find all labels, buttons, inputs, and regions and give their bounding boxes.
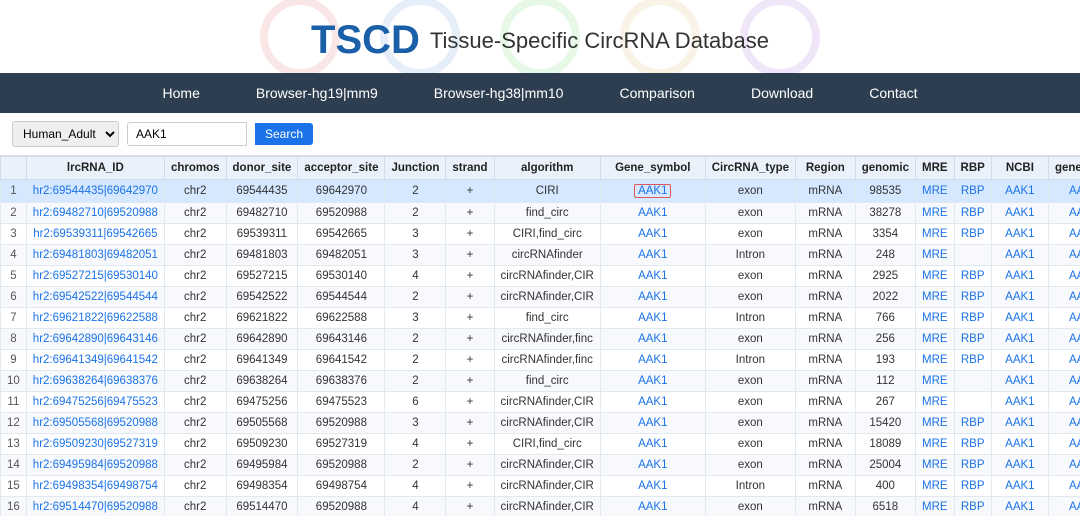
table-row: 9hr2:69641349|69641542chr269641349696415… xyxy=(1,350,1080,371)
nav-comparison[interactable]: Comparison xyxy=(591,73,722,113)
col-chromos: chromos xyxy=(164,157,226,180)
table-row: 2hr2:69482710|69520988chr269482710695209… xyxy=(1,203,1080,224)
main-nav: Home Browser-hg19|mm9 Browser-hg38|mm10 … xyxy=(0,73,1080,113)
logo-area: TSCD Tissue-Specific CircRNA Database xyxy=(0,0,1080,73)
col-strand: strand xyxy=(446,157,494,180)
table-row: 16hr2:69514470|69520988chr26951447069520… xyxy=(1,497,1080,516)
table-row: 14hr2:69495984|69520988chr26949598469520… xyxy=(1,455,1080,476)
table-row: 4hr2:69481803|69482051chr269481803694820… xyxy=(1,245,1080,266)
table-row: 8hr2:69642890|69643146chr269642890696431… xyxy=(1,329,1080,350)
toolbar: Human_Adult Human_Fetal Mouse_Adult Mous… xyxy=(0,113,1080,156)
col-num xyxy=(1,157,27,180)
col-ncbi: NCBI xyxy=(991,157,1048,180)
logo-text-group: TSCD Tissue-Specific CircRNA Database xyxy=(0,18,1080,63)
data-table: lrcRNA_ID chromos donor_site acceptor_si… xyxy=(0,156,1080,516)
col-rbp: RBP xyxy=(954,157,991,180)
col-genomic: genomic xyxy=(855,157,915,180)
table-row: 11hr2:69475256|69475523chr26947525669475… xyxy=(1,392,1080,413)
col-algo: algorithm xyxy=(494,157,600,180)
nav-contact[interactable]: Contact xyxy=(841,73,945,113)
col-lrcrnaid: lrcRNA_ID xyxy=(26,157,164,180)
search-button[interactable]: Search xyxy=(255,123,313,145)
table-row: 6hr2:69542522|69544544chr269542522695445… xyxy=(1,287,1080,308)
nav-download[interactable]: Download xyxy=(723,73,841,113)
col-mre: MRE xyxy=(915,157,954,180)
table-row: 10hr2:69638264|69638376chr26963826469638… xyxy=(1,371,1080,392)
col-donor: donor_site xyxy=(226,157,298,180)
table-row: 13hr2:69509230|69527319chr26950923069527… xyxy=(1,434,1080,455)
table-row: 1hr2:69544435|69642970chr269544435696429… xyxy=(1,180,1080,203)
col-acceptor: acceptor_site xyxy=(298,157,385,180)
col-type: CircRNA_type xyxy=(705,157,795,180)
col-genecards: genecards xyxy=(1048,157,1080,180)
table-header-row: lrcRNA_ID chromos donor_site acceptor_si… xyxy=(1,157,1080,180)
logo-full: Tissue-Specific CircRNA Database xyxy=(430,28,769,54)
nav-browser-hg38[interactable]: Browser-hg38|mm10 xyxy=(406,73,592,113)
col-region: Region xyxy=(796,157,856,180)
data-table-container[interactable]: lrcRNA_ID chromos donor_site acceptor_si… xyxy=(0,156,1080,516)
table-row: 3hr2:69539311|69542665chr269539311695426… xyxy=(1,224,1080,245)
table-row: 7hr2:69621822|69622588chr269621822696225… xyxy=(1,308,1080,329)
logo-short: TSCD xyxy=(311,18,420,63)
table-row: 12hr2:69505568|69520988chr26950556869520… xyxy=(1,413,1080,434)
col-junction: Junction xyxy=(385,157,446,180)
table-row: 15hr2:69498354|69498754chr26949835469498… xyxy=(1,476,1080,497)
search-input[interactable] xyxy=(127,122,247,146)
species-select[interactable]: Human_Adult Human_Fetal Mouse_Adult Mous… xyxy=(12,121,119,147)
nav-home[interactable]: Home xyxy=(135,73,228,113)
col-gene: Gene_symbol xyxy=(600,157,705,180)
table-row: 5hr2:69527215|69530140chr269527215695301… xyxy=(1,266,1080,287)
nav-browser-hg19[interactable]: Browser-hg19|mm9 xyxy=(228,73,406,113)
